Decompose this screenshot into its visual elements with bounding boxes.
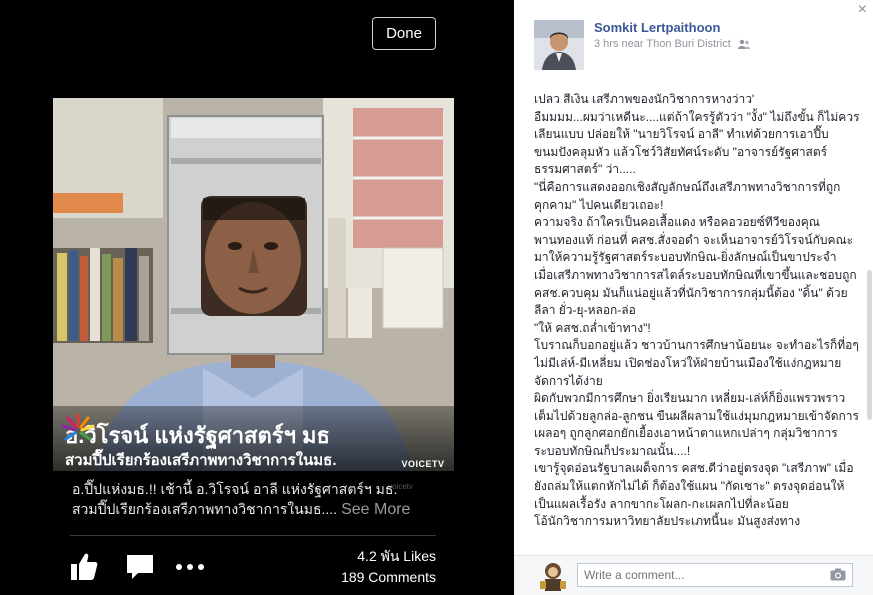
friends-icon[interactable] [737,39,750,50]
camera-icon[interactable] [830,568,846,581]
photo-viewer: Done อ.วิโรจน์ แห่งรัฐศาสตร์ฯ มธ สวมปี๊ป… [0,0,514,595]
post-paragraph: โบราณก็บอกอยู่แล้ว ชาวบ้านการศึกษาน้อยนะ… [534,338,859,388]
voicetv-logo-text: VOICETV [401,459,445,469]
comments-count[interactable]: 189 Comments [341,567,436,588]
avatar-image [534,20,584,70]
comment-composer [514,555,873,595]
more-icon[interactable] [174,550,206,582]
post-paragraph: "ให้ คสช.ถล่ำเข้าทาง"! [534,320,651,335]
like-icon[interactable] [68,550,100,582]
post-paragraph: เปลว สีเงิน เสรีภาพของนักวิชาการหางว่าว' [534,92,755,106]
post-paragraph: เขารู้จุดอ่อนรัฐบาลเผด็จการ คสช.ดีว่าอยู… [534,461,854,511]
post-time[interactable]: 3 hrs near [594,38,644,50]
photo[interactable]: อ.วิโรจน์ แห่งรัฐศาสตร์ฯ มธ สวมปี๊ปเรียก… [53,98,454,471]
post-paragraph: โอ้นักวิชาการมหาวิทยาลัยประเภทนี้นะ มันส… [534,514,801,529]
divider [70,535,436,536]
post-paragraph: "นี่คือการแสดงออกเชิงสัญลักษณ์ถึงเสรีภาพ… [534,179,841,212]
post-paragraph: อืมมมม...ผมว่าเหดีนะ....แต่ถ้าใครรู้ตัวว… [534,109,860,177]
post-meta: 3 hrs near Thon Buri District [594,38,750,50]
see-more-link[interactable]: See More [341,501,410,518]
post-location[interactable]: Thon Buri District [646,38,730,50]
post-caption: อ.ปี๊ปแห่งมธ.!! เช้านี้ อ.วิโรจน์ อาลี แ… [72,479,452,520]
voicetv-logo-icon [61,413,95,441]
done-button[interactable]: Done [372,17,436,50]
post-paragraph: เมื่อเสรีภาพทางวิชาการสไตล์ระบอบทักษิณที… [534,267,857,318]
engagement-stats: 4.2 พัน Likes 189 Comments [341,546,436,588]
post-panel: × Somkit Lertpaithoon 3 hrs near Thon Bu… [514,0,873,595]
commenter-avatar [536,559,570,593]
comment-input[interactable] [577,563,853,587]
post-paragraph: ความจริง ถ้าใครเป็นคอเสื้อแดง หรือคอวอยซ… [534,215,854,265]
post-caption-line1: อ.ปี๊ปแห่งมธ.!! เช้านี้ อ.วิโรจน์ อาลี แ… [72,481,398,497]
photo-caption-line2: สวมปี๊ปเรียกร้องเสรีภาพทางวิชาการในมธ. [65,452,337,469]
scrollbar-thumb[interactable] [867,270,872,420]
post-paragraph: ผิดกับพวกมีการศึกษา ยิ่งเรียนมาก เหลี่ยม… [534,391,859,458]
comment-icon[interactable] [124,550,156,582]
post-caption-line2: สวมปี๊ปเรียกร้องเสรีภาพทางวิชาการในมธ...… [72,501,338,517]
likes-count[interactable]: 4.2 พัน Likes [341,546,436,567]
author-avatar[interactable] [534,20,584,70]
post-body: เปลว สีเงิน เสรีภาพของนักวิชาการหางว่าว'… [534,91,860,555]
close-icon[interactable]: × [858,1,867,19]
author-name[interactable]: Somkit Lertpaithoon [594,20,720,35]
photo-caption-overlay: อ.วิโรจน์ แห่งรัฐศาสตร์ฯ มธ สวมปี๊ปเรียก… [53,406,454,471]
